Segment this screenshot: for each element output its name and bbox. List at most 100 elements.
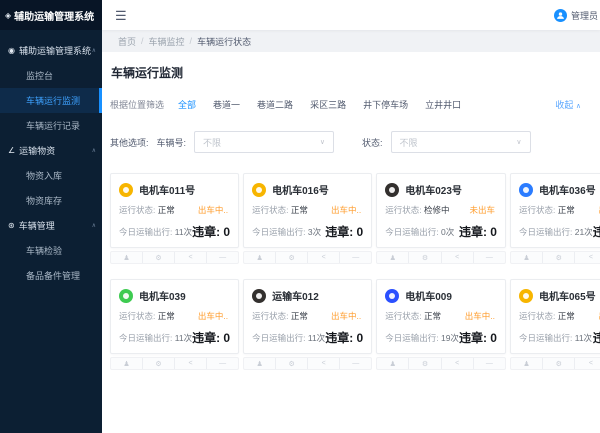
vehicle-no-select[interactable]: 不限 ∨ [194, 131, 335, 153]
vehicle-name: 电机车011号 [139, 186, 196, 197]
vehicle-card[interactable]: 电机车065号 运行状态: 正常 出车中.. 今日运输出行: 11次 违章: 0 [509, 279, 600, 354]
vehicle-avatar-icon [518, 182, 533, 197]
more-icon[interactable]: — [339, 252, 371, 263]
other-filter-row: 其他选项: 车辆号: 不限 ∨ 状态: 不限 ∨ [110, 131, 593, 153]
dispatch-status-tag: 出车中.. [197, 205, 229, 215]
gear-icon[interactable]: ⚙ [275, 252, 307, 263]
vehicle-card[interactable]: 电机车009 运行状态: 正常 出车中.. 今日运输出行: 19次 违章: 0 [376, 279, 506, 354]
gear-icon[interactable]: ⚙ [542, 358, 574, 369]
vehicle-card[interactable]: 电机车011号 运行状态: 正常 出车中.. 今日运输出行: 11次 违章: 0 [110, 173, 240, 248]
sidebar: ◈ 辅助运输管理系统 ◉ 辅助运输管理系统 ∧ 监控台 车辆运行监测 车辆运行记… [0, 0, 102, 433]
share-icon[interactable]: < [307, 358, 339, 369]
vehicle-card[interactable]: 电机车036号 运行状态: 正常 出车中.. 今日运输出行: 21次 违章: 1 [509, 173, 600, 248]
person-icon[interactable]: ♟ [244, 252, 275, 263]
status-label: 运行状态: [385, 205, 422, 215]
violation-label: 违章: [325, 225, 354, 239]
more-icon[interactable]: — [206, 252, 238, 263]
vehicle-card[interactable]: 电机车023号 运行状态: 检修中 未出车 今日运输出行: 0次 违章: 0 [376, 173, 506, 248]
card-actions-bar: ♟ ⚙ < — [509, 251, 600, 264]
user-menu[interactable]: 管理员 [554, 8, 600, 22]
violation-label: 违章: [592, 331, 600, 345]
vehicle-no-label: 车辆号: [156, 137, 187, 148]
vehicle-name: 电机车039 [139, 292, 186, 303]
location-option-2[interactable]: 巷道二路 [257, 98, 293, 111]
dispatch-status-tag: 未出车 [469, 205, 495, 215]
breadcrumb-current: 车辆运行状态 [197, 36, 252, 47]
breadcrumb: 首页 / 车辆监控 / 车辆运行状态 [102, 30, 600, 52]
person-icon[interactable]: ♟ [377, 358, 408, 369]
vehicle-name: 电机车065号 [538, 292, 596, 303]
goods-icon: ∠ [8, 146, 16, 155]
sidebar-item-5[interactable]: 物资入库 [0, 163, 102, 188]
more-icon[interactable]: — [206, 358, 238, 369]
location-option-5[interactable]: 立井井口 [425, 98, 461, 111]
trips-value: 0次 [440, 226, 455, 237]
more-icon[interactable]: — [339, 358, 371, 369]
gear-icon[interactable]: ⚙ [142, 252, 174, 263]
gear-icon[interactable]: ⚙ [275, 358, 307, 369]
violation-label: 违章: [458, 225, 487, 239]
breadcrumb-vehicle-monitor[interactable]: 车辆监控 [149, 35, 185, 48]
location-option-0[interactable]: 全部 [178, 98, 196, 111]
sidebar-item-1[interactable]: 监控台 [0, 63, 102, 88]
chevron-down-icon: ∨ [319, 139, 326, 146]
trips-label: 今日运输出行: [518, 332, 573, 343]
chevron-down-icon: ∨ [516, 139, 522, 146]
gear-icon[interactable]: ⚙ [408, 252, 440, 263]
other-options-label: 其他选项: [110, 137, 149, 148]
person-icon[interactable]: ♟ [111, 358, 142, 369]
share-icon[interactable]: < [440, 252, 473, 263]
vehicle-avatar-icon [252, 288, 267, 303]
breadcrumb-home[interactable]: 首页 [118, 35, 136, 48]
status-value: 正常 [290, 311, 308, 321]
app-logo: ◈ 辅助运输管理系统 [0, 0, 102, 30]
more-icon[interactable]: — [472, 358, 505, 369]
person-icon[interactable]: ♟ [244, 358, 275, 369]
sidebar-item-6[interactable]: 物资库存 [0, 188, 102, 213]
person-icon[interactable]: ♟ [377, 252, 408, 263]
trips-label: 今日运输出行: [252, 226, 306, 237]
share-icon[interactable]: < [174, 252, 206, 263]
status-label: 状态: [362, 137, 383, 148]
status-value: 正常 [290, 205, 308, 215]
vehicle-name: 电机车009 [405, 292, 452, 303]
location-option-1[interactable]: 巷道一 [213, 98, 240, 111]
violation-value: 0 [223, 331, 231, 345]
share-icon[interactable]: < [574, 252, 600, 263]
gear-icon[interactable]: ⚙ [142, 358, 174, 369]
status-label: 运行状态: [385, 311, 422, 321]
person-icon[interactable]: ♟ [511, 358, 542, 369]
vehicle-card[interactable]: 电机车039 运行状态: 正常 出车中.. 今日运输出行: 11次 违章: 0 [110, 279, 240, 354]
person-icon[interactable]: ♟ [511, 252, 542, 263]
sidebar-item-4[interactable]: ∠ 运输物资 ∧ [0, 138, 102, 163]
status-label: 运行状态: [252, 205, 289, 215]
status-label: 运行状态: [252, 311, 289, 321]
trips-label: 今日运输出行: [252, 332, 306, 343]
location-option-4[interactable]: 井下停车场 [363, 98, 408, 111]
more-icon[interactable]: — [472, 252, 505, 263]
sidebar-item-8[interactable]: 车辆检验 [0, 238, 102, 263]
sidebar-item-9[interactable]: 备品备件管理 [0, 263, 102, 288]
collapse-link[interactable]: 收起 ∧ [555, 98, 581, 111]
trips-value: 11次 [174, 332, 193, 343]
vehicle-card[interactable]: 运输车012 运行状态: 正常 出车中.. 今日运输出行: 11次 违章: 0 [243, 279, 373, 354]
sidebar-item-2[interactable]: 车辆运行监测 [0, 88, 102, 113]
gear-icon[interactable]: ⚙ [542, 252, 574, 263]
sidebar-item-0[interactable]: ◉ 辅助运输管理系统 ∧ [0, 38, 102, 63]
status-select[interactable]: 不限 ∨ [390, 131, 531, 153]
share-icon[interactable]: < [174, 358, 206, 369]
hamburger-menu-icon[interactable]: ☰ [115, 9, 127, 22]
chevron-up-icon: ∧ [91, 223, 96, 229]
vehicle-avatar-icon [385, 182, 400, 197]
status-value: 检修中 [423, 205, 450, 215]
share-icon[interactable]: < [307, 252, 339, 263]
app-logo-icon: ◈ [5, 10, 12, 20]
location-option-3[interactable]: 采区三路 [310, 98, 346, 111]
share-icon[interactable]: < [574, 358, 600, 369]
gear-icon[interactable]: ⚙ [408, 358, 440, 369]
sidebar-item-7[interactable]: ⊛ 车辆管理 ∧ [0, 213, 102, 238]
sidebar-item-3[interactable]: 车辆运行记录 [0, 113, 102, 138]
person-icon[interactable]: ♟ [111, 252, 142, 263]
vehicle-card[interactable]: 电机车016号 运行状态: 正常 出车中.. 今日运输出行: 3次 违章: 0 [243, 173, 373, 248]
share-icon[interactable]: < [440, 358, 473, 369]
